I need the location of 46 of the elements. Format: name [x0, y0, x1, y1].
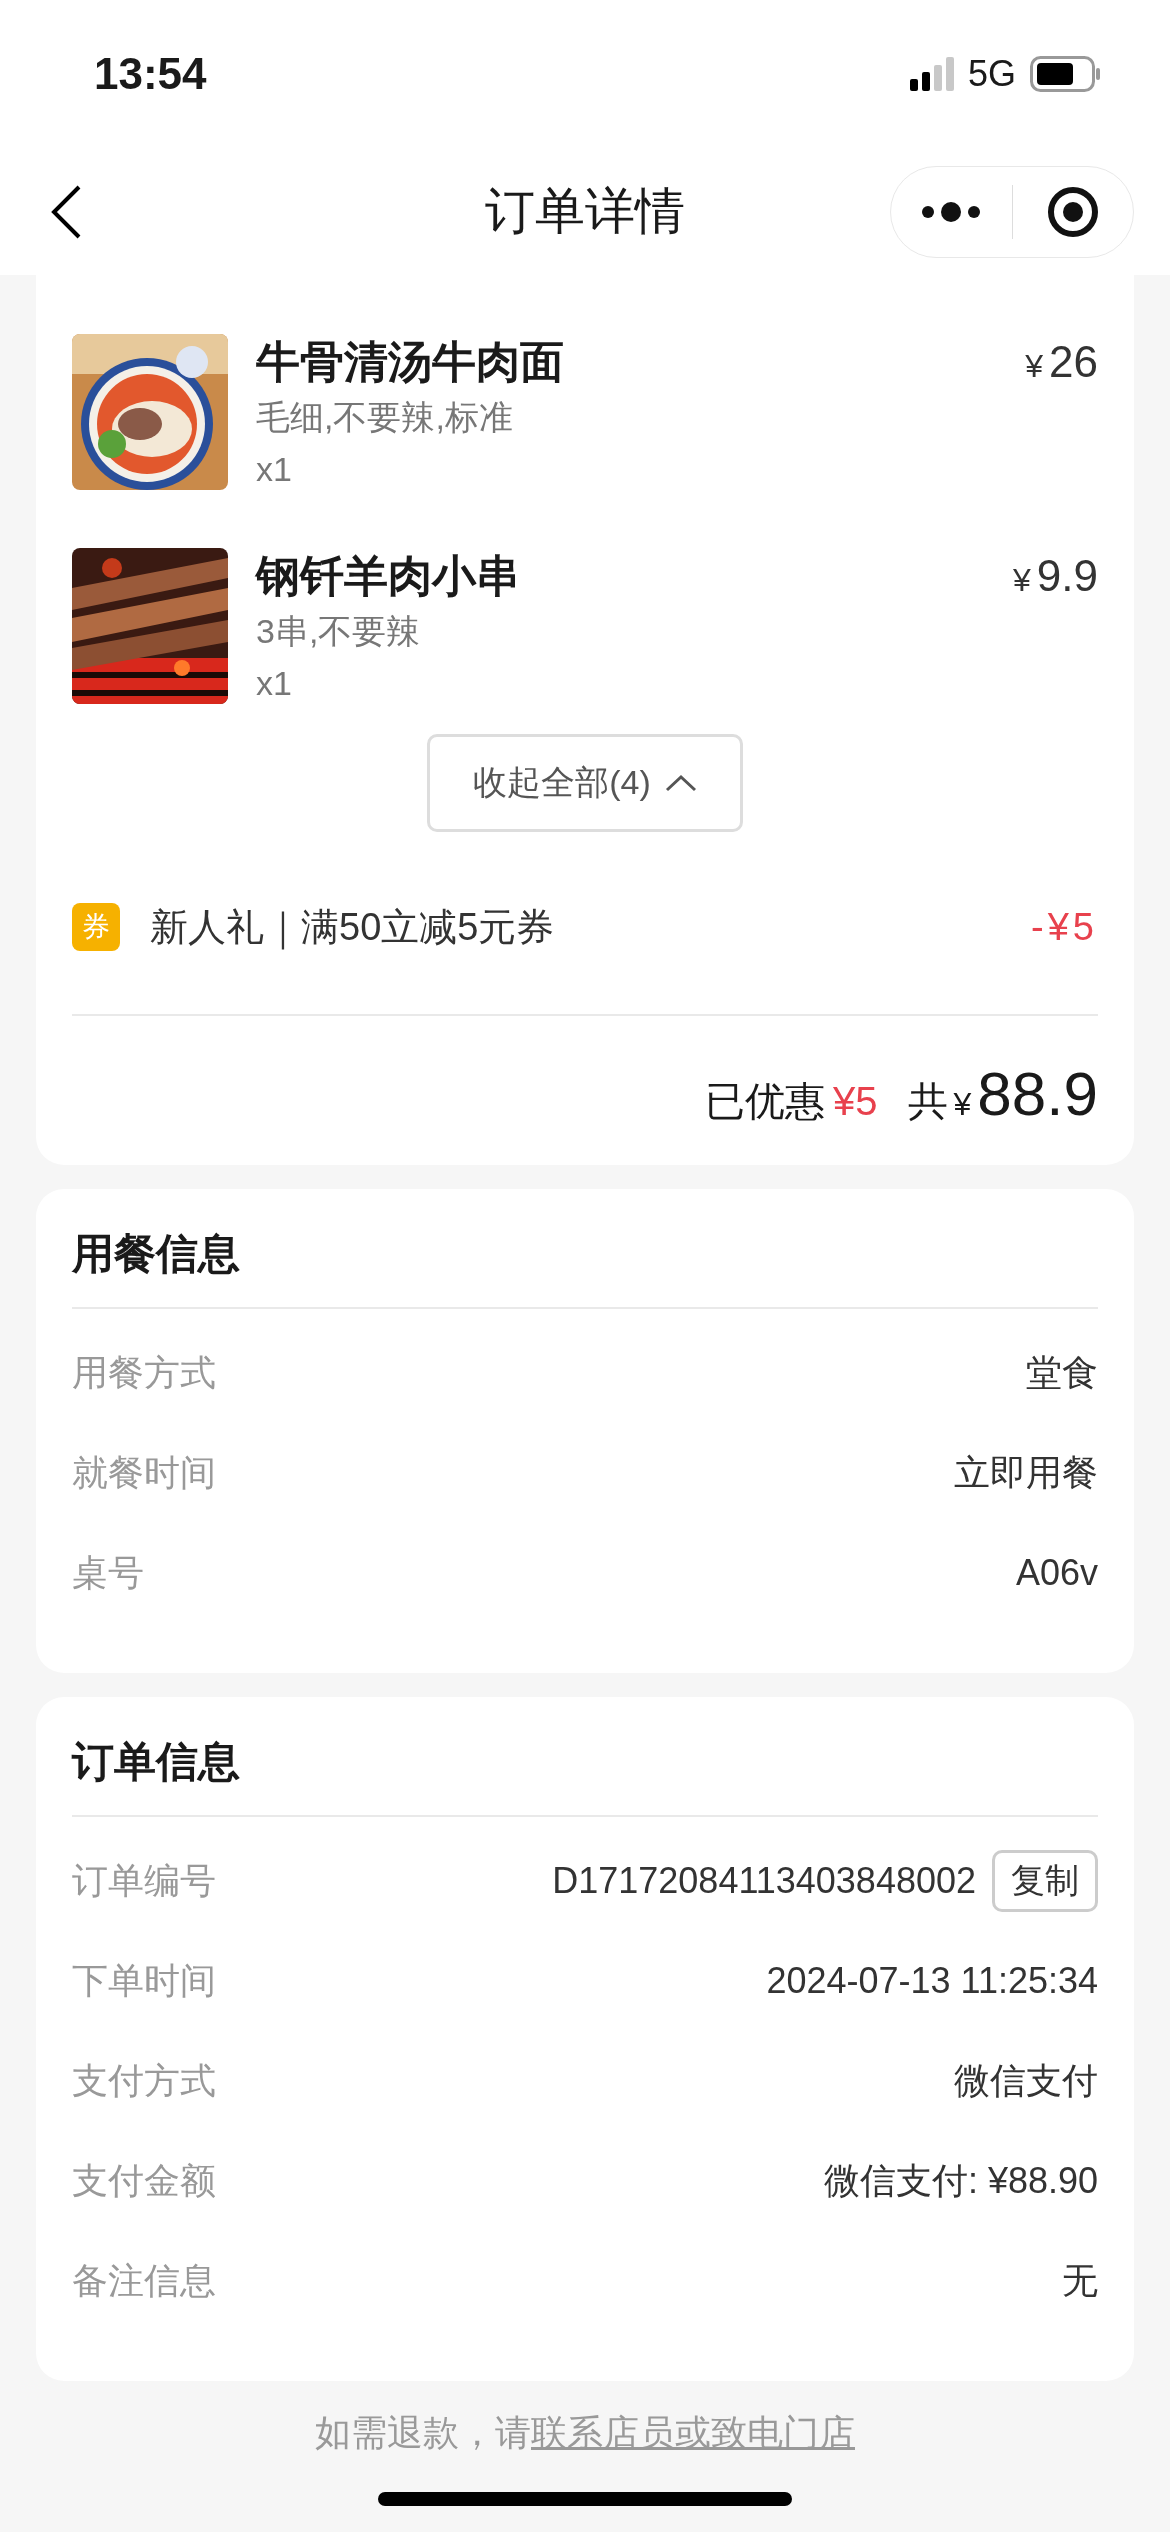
info-value: 无 [1062, 2258, 1098, 2303]
page-title: 订单详情 [485, 183, 685, 239]
status-time: 13:54 [94, 49, 207, 99]
discount-label: 已优惠 [705, 1078, 826, 1125]
copy-button[interactable]: 复制 [992, 1850, 1098, 1912]
info-label: 备注信息 [72, 2258, 216, 2303]
network-label: 5G [967, 53, 1016, 95]
info-value: 立即用餐 [954, 1450, 1098, 1495]
info-label: 支付方式 [72, 2058, 216, 2103]
item-name: 钢钎羊肉小串 [256, 550, 521, 602]
currency-symbol: ¥ [953, 1086, 972, 1123]
total-label: 共 [907, 1078, 948, 1125]
info-value: 2024-07-13 11:25:34 [766, 1960, 1098, 2002]
collapse-button[interactable]: 收起全部(4) [427, 734, 743, 832]
coupon-badge: 券 [72, 903, 120, 951]
item-price: ¥26 [1025, 336, 1098, 388]
info-label: 下单时间 [72, 1958, 216, 2003]
item-options: 3串,不要辣 [256, 606, 986, 656]
section-title: 订单信息 [72, 1737, 1098, 1817]
signal-icon [909, 57, 954, 91]
battery-icon [1030, 56, 1100, 92]
info-label: 用餐方式 [72, 1350, 216, 1395]
close-icon[interactable] [1046, 185, 1099, 238]
info-value: A06v [1015, 1552, 1098, 1594]
info-label: 就餐时间 [72, 1450, 216, 1495]
info-value: 微信支付 [954, 2058, 1098, 2103]
coupon-text: 新人礼｜满50立减5元券 [150, 904, 556, 952]
coupon-amount: -¥5 [1031, 905, 1098, 949]
item-quantity: x1 [256, 663, 293, 704]
refund-note: 如需退款，请联系店员或致电门店 [314, 2411, 856, 2455]
item-options: 毛细,不要辣,标准 [256, 392, 998, 442]
info-label: 订单编号 [72, 1858, 216, 1903]
item-name: 牛骨清汤牛肉面 [256, 336, 565, 388]
item-price: ¥9.9 [1013, 550, 1098, 602]
total-amount: 88.9 [977, 1058, 1098, 1129]
info-value: 微信支付: ¥88.90 [823, 2158, 1098, 2203]
item-quantity: x1 [256, 449, 293, 490]
chevron-up-icon [664, 774, 697, 792]
info-value: D17172084113403848002 [552, 1860, 976, 1902]
section-title: 用餐信息 [72, 1229, 1098, 1309]
info-label: 支付金额 [72, 2158, 216, 2203]
discount-amount: ¥5 [833, 1079, 878, 1124]
info-label: 桌号 [72, 1550, 144, 1595]
back-icon[interactable] [50, 183, 82, 240]
info-value: 堂食 [1026, 1350, 1098, 1395]
more-icon[interactable] [921, 200, 982, 223]
